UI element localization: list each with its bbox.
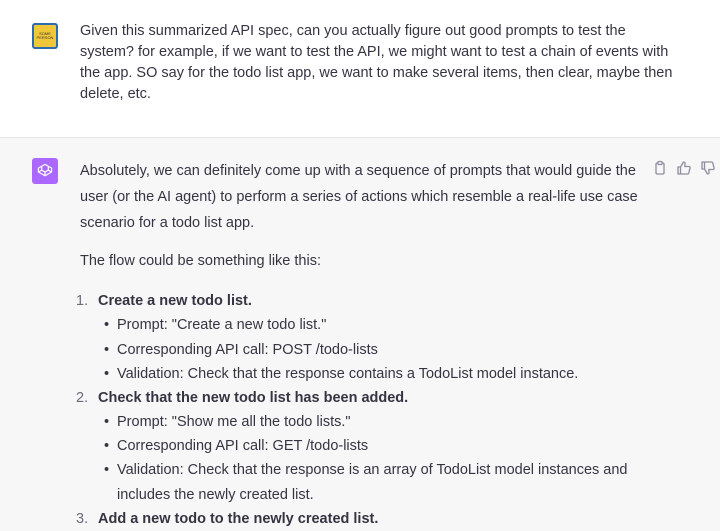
bullet-dot: •	[104, 366, 110, 382]
assistant-avatar	[32, 158, 58, 184]
assistant-intro: Absolutely, we can definitely come up wi…	[80, 163, 638, 231]
thumbs-down-icon[interactable]	[700, 160, 716, 176]
step-2: 2. Check that the new todo list has been …	[76, 386, 408, 410]
step-1: 1. Create a new todo list.	[76, 289, 252, 313]
step-number: 2.	[76, 390, 89, 406]
bullet-item: • Validation: Check that the response is …	[104, 458, 628, 482]
assistant-flow-intro: The flow could be something like this:	[80, 253, 321, 269]
user-avatar: SOME PERSON	[32, 23, 58, 49]
bullet-text: Prompt: "Show me all the todo lists."	[117, 414, 351, 430]
bullet-text: Corresponding API call: POST /todo-lists	[117, 342, 378, 358]
bullet-item: • Corresponding API call: GET /todo-lists	[104, 434, 368, 458]
step-title: Create a new todo list.	[98, 293, 252, 309]
bullet-text: Validation: Check that the response cont…	[117, 366, 579, 382]
bullet-dot: •	[104, 462, 110, 478]
bullet-item: • Prompt: "Create a new todo list."	[104, 313, 326, 337]
step-title: Check that the new todo list has been ad…	[98, 390, 409, 406]
openai-logo-icon	[37, 163, 53, 177]
user-message-text: Given this summarized API spec, can you …	[80, 23, 673, 102]
step-title: Add a new todo to the newly created list…	[98, 511, 379, 527]
user-avatar-text: SOME PERSON	[36, 31, 54, 40]
step-3: 3. Add a new todo to the newly created li…	[76, 507, 378, 531]
bullet-text: Prompt: "Create a new todo list."	[117, 317, 327, 333]
bullet-text: Validation: Check that the response is a…	[117, 462, 628, 478]
copy-icon[interactable]	[652, 160, 668, 176]
thumbs-up-icon[interactable]	[676, 160, 692, 176]
message-actions	[652, 160, 716, 176]
bullet-dot: •	[104, 317, 110, 333]
step-number: 3.	[76, 511, 89, 527]
step-number: 1.	[76, 293, 89, 309]
user-message-row: SOME PERSON Given this summarized API sp…	[0, 0, 720, 138]
bullet-item: • Prompt: "Show me all the todo lists."	[104, 410, 351, 434]
bullet-item: • Validation: Check that the response con…	[104, 362, 578, 386]
bullet-text: Corresponding API call: GET /todo-lists	[117, 438, 369, 454]
bullet-continuation: includes the newly created list.	[117, 487, 314, 503]
bullet-dot: •	[104, 414, 110, 430]
bullet-dot: •	[104, 438, 110, 454]
bullet-item: • Corresponding API call: POST /todo-list…	[104, 338, 378, 362]
bullet-dot: •	[104, 342, 110, 358]
